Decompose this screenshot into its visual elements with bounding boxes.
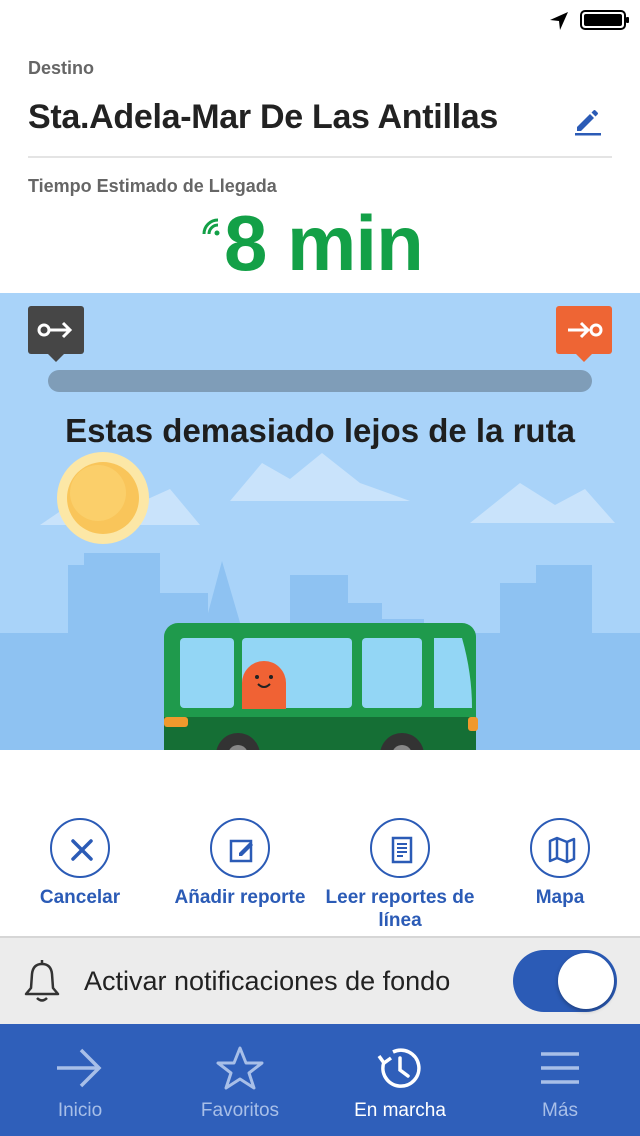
battery-icon	[580, 10, 629, 30]
star-icon	[216, 1046, 264, 1090]
read-reports-label: Leer reportes de línea	[325, 887, 475, 931]
location-arrow-icon	[550, 12, 568, 30]
map-circle[interactable]	[530, 818, 590, 878]
tab-favoritos-label: Favoritos	[200, 1100, 280, 1121]
destination-name: Sta.Adela-Mar De Las Antillas	[28, 98, 498, 136]
edit-destination-icon[interactable]	[572, 104, 604, 136]
bottom-tab-bar: Inicio Favoritos En marcha Más	[0, 1024, 640, 1136]
eta-value: 8 min	[224, 199, 424, 287]
action-bar: Cancelar Añadir reporte Leer reportes de…	[0, 818, 640, 936]
arrow-right-icon	[57, 1048, 102, 1088]
background-notifications-toggle[interactable]	[513, 950, 617, 1012]
toggle-knob	[558, 953, 614, 1009]
header-divider	[28, 156, 612, 158]
tab-mas-label: Más	[542, 1100, 578, 1121]
tab-en-marcha-label: En marcha	[354, 1100, 446, 1121]
tab-en-marcha[interactable]: En marcha	[320, 1024, 480, 1136]
edit-report-icon	[229, 839, 253, 863]
background-notifications-label: Activar notificaciones de fondo	[84, 966, 451, 996]
tab-inicio[interactable]: Inicio	[0, 1024, 160, 1136]
read-reports-button[interactable]: Leer reportes de línea	[320, 818, 480, 932]
cancel-circle[interactable]	[50, 818, 110, 878]
route-status-message: Estas demasiado lejos de la ruta	[65, 412, 575, 449]
route-end-badge	[556, 306, 612, 362]
route-start-icon	[37, 321, 73, 362]
live-signal-icon	[202, 218, 220, 236]
route-scene	[0, 293, 640, 750]
map-label: Mapa	[535, 887, 585, 908]
bell-icon	[24, 960, 60, 1002]
map-button[interactable]: Mapa	[480, 818, 640, 909]
background-notifications-row: Activar notificaciones de fondo	[0, 936, 640, 1024]
add-report-circle[interactable]	[210, 818, 270, 878]
route-progress-bar	[48, 370, 592, 392]
read-reports-circle[interactable]	[370, 818, 430, 878]
tab-favoritos[interactable]: Favoritos	[160, 1024, 320, 1136]
status-bar	[0, 0, 640, 40]
tab-inicio-label: Inicio	[57, 1100, 103, 1121]
route-end-icon	[568, 321, 603, 362]
add-report-button[interactable]: Añadir reporte	[160, 818, 320, 909]
cancel-label: Cancelar	[39, 887, 121, 908]
tab-mas[interactable]: Más	[480, 1024, 640, 1136]
bus-illustration	[164, 623, 478, 750]
cancel-button[interactable]: Cancelar	[0, 818, 160, 909]
clock-arrow-icon	[377, 1048, 421, 1088]
document-icon	[391, 836, 413, 864]
close-icon	[71, 839, 93, 861]
add-report-label: Añadir reporte	[174, 887, 306, 908]
city-illustration	[0, 452, 640, 750]
eta-label: Tiempo Estimado de Llegada	[28, 176, 277, 196]
destination-label: Destino	[28, 58, 95, 78]
map-icon	[548, 836, 576, 864]
route-start-badge	[28, 306, 84, 362]
menu-icon	[541, 1052, 579, 1084]
